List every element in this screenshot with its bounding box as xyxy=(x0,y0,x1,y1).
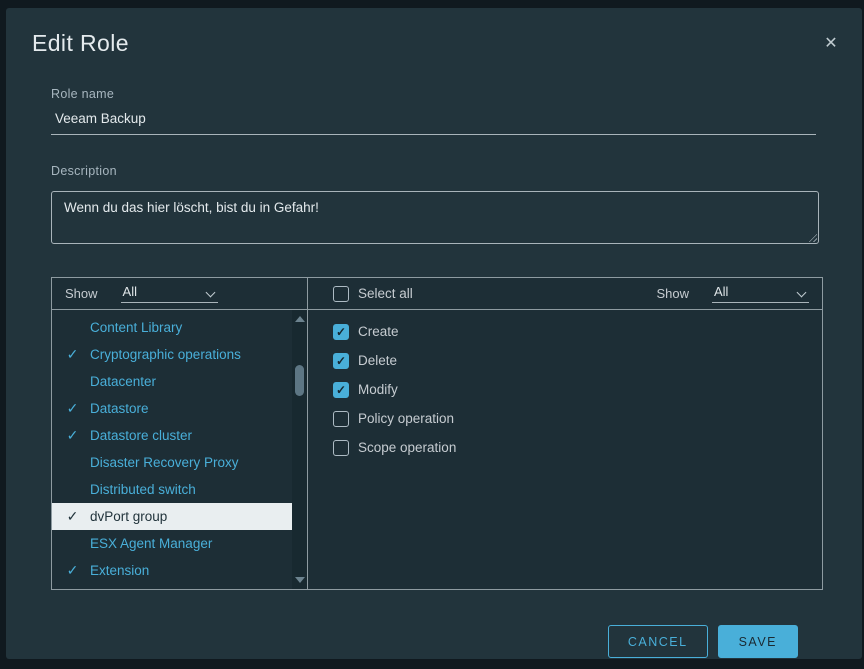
privilege-category-label: Datacenter xyxy=(90,374,156,389)
privilege-category-label: Disaster Recovery Proxy xyxy=(90,455,239,470)
chevron-down-icon xyxy=(797,288,807,298)
privilege-category-item[interactable]: Disaster Recovery Proxy xyxy=(52,449,293,476)
scroll-down-icon[interactable] xyxy=(295,577,305,583)
privilege-category-item[interactable]: ✓ Datastore xyxy=(52,395,293,422)
description-textarea[interactable]: Wenn du das hier löscht, bist du in Gefa… xyxy=(51,191,819,244)
privileges-panels: Show All Content Library ✓ Cryptographic o… xyxy=(51,277,823,590)
privilege-categories-panel: Show All Content Library ✓ Cryptographic o… xyxy=(52,278,308,589)
left-panel-body: Content Library ✓ Cryptographic operations… xyxy=(52,310,307,589)
privilege-category-item[interactable]: Content Library xyxy=(52,314,293,341)
privilege-category-item[interactable]: Distributed switch xyxy=(52,476,293,503)
select-all-label: Select all xyxy=(358,286,413,301)
privilege-category-label: Extension xyxy=(90,563,149,578)
privilege-category-label: dvPort group xyxy=(90,509,167,524)
show-label: Show xyxy=(656,286,689,301)
permission-label: Policy operation xyxy=(358,411,454,426)
permission-show-select[interactable]: All xyxy=(712,284,809,303)
category-show-select[interactable]: All xyxy=(121,284,218,303)
privilege-category-item[interactable]: ✓ Datastore cluster xyxy=(52,422,293,449)
privilege-category-item[interactable]: Datacenter xyxy=(52,368,293,395)
scroll-up-icon[interactable] xyxy=(295,316,305,322)
check-icon: ✓ xyxy=(336,355,346,367)
privilege-category-item[interactable]: ✓ Cryptographic operations xyxy=(52,341,293,368)
privilege-category-label: Content Library xyxy=(90,320,182,335)
permissions-panel: Select all Show All ✓ Create ✓ Delete ✓ Modif… xyxy=(308,278,822,589)
check-icon: ✓ xyxy=(64,427,81,444)
check-icon: ✓ xyxy=(64,400,81,417)
permission-row: ✓ Modify xyxy=(308,375,822,404)
privilege-category-list: Content Library ✓ Cryptographic operations… xyxy=(52,314,307,589)
permission-label: Modify xyxy=(358,382,398,397)
permission-label: Scope operation xyxy=(358,440,456,455)
role-name-input[interactable] xyxy=(51,101,816,135)
check-icon: ✓ xyxy=(64,346,81,363)
permission-checkbox[interactable]: ✓ xyxy=(333,411,349,427)
chevron-down-icon xyxy=(205,288,215,298)
privilege-category-label: Datastore cluster xyxy=(90,428,192,443)
check-icon: ✓ xyxy=(336,384,346,396)
permission-row: ✓ Create xyxy=(308,317,822,346)
dialog-footer: CANCEL SAVE xyxy=(51,590,816,658)
description-label: Description xyxy=(51,164,816,178)
permission-label: Create xyxy=(358,324,399,339)
close-icon: ✕ xyxy=(824,35,837,52)
privilege-category-item[interactable]: External stats provider xyxy=(52,584,293,589)
privilege-category-item[interactable]: ESX Agent Manager xyxy=(52,530,293,557)
description-field: Wenn du das hier löscht, bist du in Gefa… xyxy=(51,191,819,244)
category-show-value: All xyxy=(123,284,137,299)
privilege-category-item[interactable]: ✓ Extension xyxy=(52,557,293,584)
permission-checkbox[interactable]: ✓ xyxy=(333,353,349,369)
permission-row: ✓ Scope operation xyxy=(308,433,822,462)
check-icon: ✓ xyxy=(336,326,346,338)
permission-label: Delete xyxy=(358,353,397,368)
dialog-header: Edit Role ✕ xyxy=(6,8,862,57)
select-all-checkbox[interactable] xyxy=(333,286,349,302)
permission-row: ✓ Policy operation xyxy=(308,404,822,433)
cancel-button[interactable]: CANCEL xyxy=(608,625,708,658)
privilege-category-label: Datastore xyxy=(90,401,149,416)
dialog-title: Edit Role xyxy=(32,30,862,57)
save-button[interactable]: SAVE xyxy=(718,625,798,658)
close-button[interactable]: ✕ xyxy=(821,34,841,54)
permission-row: ✓ Delete xyxy=(308,346,822,375)
permission-checkbox[interactable]: ✓ xyxy=(333,324,349,340)
privilege-category-label: Distributed switch xyxy=(90,482,196,497)
right-panel-header: Select all Show All xyxy=(308,278,822,310)
check-icon: ✓ xyxy=(64,562,81,579)
permission-show-value: All xyxy=(714,284,728,299)
left-panel-header: Show All xyxy=(52,278,307,310)
privilege-category-label: Cryptographic operations xyxy=(90,347,241,362)
dialog-content: Role name Description Wenn du das hier l… xyxy=(6,87,862,658)
privilege-category-item[interactable]: ✓ dvPort group xyxy=(52,503,293,530)
show-label: Show xyxy=(65,286,98,301)
permission-list: ✓ Create ✓ Delete ✓ Modify ✓ Policy operation ✓ S… xyxy=(308,310,822,462)
scrollbar[interactable] xyxy=(292,310,307,589)
scrollbar-thumb[interactable] xyxy=(295,365,304,396)
privilege-category-label: ESX Agent Manager xyxy=(90,536,212,551)
role-name-label: Role name xyxy=(51,87,816,101)
permission-checkbox[interactable]: ✓ xyxy=(333,440,349,456)
check-icon: ✓ xyxy=(64,508,81,525)
permission-checkbox[interactable]: ✓ xyxy=(333,382,349,398)
edit-role-dialog: Edit Role ✕ Role name Description Wenn d… xyxy=(6,8,862,659)
